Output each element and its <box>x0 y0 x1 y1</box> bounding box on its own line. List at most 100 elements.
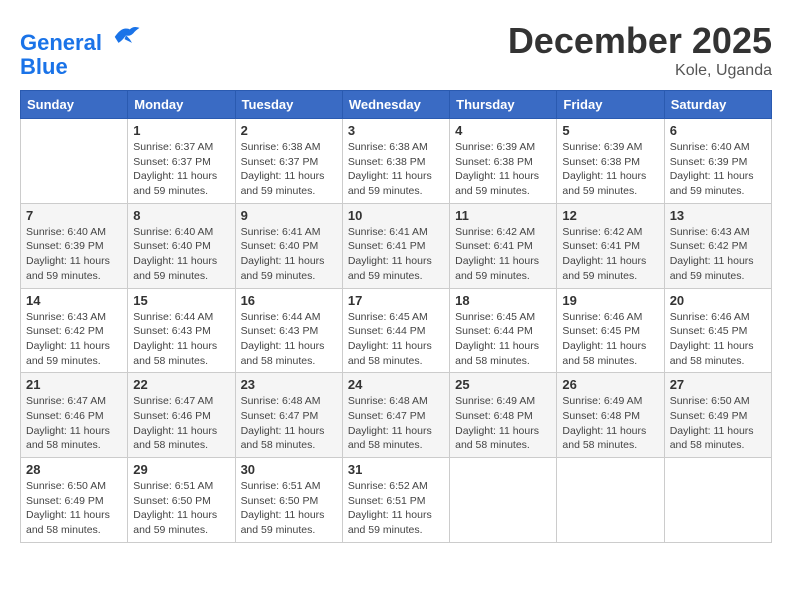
day-number: 9 <box>241 208 337 223</box>
day-info: Sunrise: 6:37 AM Sunset: 6:37 PM Dayligh… <box>133 140 229 199</box>
calendar-cell: 10 Sunrise: 6:41 AM Sunset: 6:41 PM Dayli… <box>342 203 449 288</box>
weekday-header-cell: Monday <box>128 91 235 119</box>
calendar-cell: 28 Sunrise: 6:50 AM Sunset: 6:49 PM Dayli… <box>21 458 128 543</box>
calendar-cell: 17 Sunrise: 6:45 AM Sunset: 6:44 PM Dayli… <box>342 288 449 373</box>
calendar-cell: 20Sunrise: 6:46 AM Sunset: 6:45 PM Dayli… <box>664 288 771 373</box>
day-number: 24 <box>348 377 444 392</box>
calendar-cell: 15 Sunrise: 6:44 AM Sunset: 6:43 PM Dayli… <box>128 288 235 373</box>
calendar-cell: 27 Sunrise: 6:50 AM Sunset: 6:49 PM Dayli… <box>664 373 771 458</box>
calendar-week-row: 28 Sunrise: 6:50 AM Sunset: 6:49 PM Dayli… <box>21 458 772 543</box>
day-info: Sunrise: 6:45 AM Sunset: 6:44 PM Dayligh… <box>455 310 551 369</box>
day-info: Sunrise: 6:41 AM Sunset: 6:40 PM Dayligh… <box>241 225 337 284</box>
logo-text-general: General <box>20 30 102 55</box>
day-number: 4 <box>455 123 551 138</box>
day-number: 11 <box>455 208 551 223</box>
logo: General Blue <box>20 20 141 79</box>
day-number: 31 <box>348 462 444 477</box>
calendar-cell: 8Sunrise: 6:40 AM Sunset: 6:40 PM Daylig… <box>128 203 235 288</box>
day-number: 10 <box>348 208 444 223</box>
calendar-cell: 23 Sunrise: 6:48 AM Sunset: 6:47 PM Dayli… <box>235 373 342 458</box>
calendar-week-row: 7Sunrise: 6:40 AM Sunset: 6:39 PM Daylig… <box>21 203 772 288</box>
day-info: Sunrise: 6:40 AM Sunset: 6:39 PM Dayligh… <box>670 140 766 199</box>
logo-text-blue: Blue <box>20 54 68 79</box>
day-info: Sunrise: 6:50 AM Sunset: 6:49 PM Dayligh… <box>670 394 766 453</box>
day-info: Sunrise: 6:43 AM Sunset: 6:42 PM Dayligh… <box>26 310 122 369</box>
calendar-cell <box>21 119 128 204</box>
calendar-cell: 12 Sunrise: 6:42 AM Sunset: 6:41 PM Dayli… <box>557 203 664 288</box>
day-number: 21 <box>26 377 122 392</box>
day-number: 12 <box>562 208 658 223</box>
day-number: 22 <box>133 377 229 392</box>
day-info: Sunrise: 6:41 AM Sunset: 6:41 PM Dayligh… <box>348 225 444 284</box>
weekday-header-row: SundayMondayTuesdayWednesdayThursdayFrid… <box>21 91 772 119</box>
day-number: 3 <box>348 123 444 138</box>
day-info: Sunrise: 6:42 AM Sunset: 6:41 PM Dayligh… <box>455 225 551 284</box>
location: Kole, Uganda <box>508 62 772 80</box>
calendar-cell: 25 Sunrise: 6:49 AM Sunset: 6:48 PM Dayli… <box>450 373 557 458</box>
day-info: Sunrise: 6:49 AM Sunset: 6:48 PM Dayligh… <box>455 394 551 453</box>
calendar-body: 1Sunrise: 6:37 AM Sunset: 6:37 PM Daylig… <box>21 119 772 543</box>
day-info: Sunrise: 6:47 AM Sunset: 6:46 PM Dayligh… <box>133 394 229 453</box>
calendar-week-row: 21 Sunrise: 6:47 AM Sunset: 6:46 PM Dayli… <box>21 373 772 458</box>
day-info: Sunrise: 6:49 AM Sunset: 6:48 PM Dayligh… <box>562 394 658 453</box>
day-info: Sunrise: 6:44 AM Sunset: 6:43 PM Dayligh… <box>133 310 229 369</box>
calendar-cell: 5Sunrise: 6:39 AM Sunset: 6:38 PM Daylig… <box>557 119 664 204</box>
day-info: Sunrise: 6:38 AM Sunset: 6:38 PM Dayligh… <box>348 140 444 199</box>
month-title: December 2025 <box>508 20 772 62</box>
day-number: 15 <box>133 293 229 308</box>
day-info: Sunrise: 6:45 AM Sunset: 6:44 PM Dayligh… <box>348 310 444 369</box>
weekday-header-cell: Thursday <box>450 91 557 119</box>
day-number: 28 <box>26 462 122 477</box>
day-number: 17 <box>348 293 444 308</box>
day-info: Sunrise: 6:43 AM Sunset: 6:42 PM Dayligh… <box>670 225 766 284</box>
calendar-cell: 3 Sunrise: 6:38 AM Sunset: 6:38 PM Daylig… <box>342 119 449 204</box>
day-number: 18 <box>455 293 551 308</box>
calendar-cell: 21 Sunrise: 6:47 AM Sunset: 6:46 PM Dayli… <box>21 373 128 458</box>
day-number: 13 <box>670 208 766 223</box>
calendar-cell: 7Sunrise: 6:40 AM Sunset: 6:39 PM Daylig… <box>21 203 128 288</box>
day-number: 30 <box>241 462 337 477</box>
calendar-cell: 1Sunrise: 6:37 AM Sunset: 6:37 PM Daylig… <box>128 119 235 204</box>
calendar-cell: 14Sunrise: 6:43 AM Sunset: 6:42 PM Dayli… <box>21 288 128 373</box>
day-info: Sunrise: 6:46 AM Sunset: 6:45 PM Dayligh… <box>562 310 658 369</box>
calendar-cell: 29Sunrise: 6:51 AM Sunset: 6:50 PM Dayli… <box>128 458 235 543</box>
day-number: 5 <box>562 123 658 138</box>
calendar-cell: 4 Sunrise: 6:39 AM Sunset: 6:38 PM Daylig… <box>450 119 557 204</box>
day-info: Sunrise: 6:52 AM Sunset: 6:51 PM Dayligh… <box>348 479 444 538</box>
calendar-week-row: 14Sunrise: 6:43 AM Sunset: 6:42 PM Dayli… <box>21 288 772 373</box>
calendar-cell: 22 Sunrise: 6:47 AM Sunset: 6:46 PM Dayli… <box>128 373 235 458</box>
day-number: 20 <box>670 293 766 308</box>
calendar-cell: 18 Sunrise: 6:45 AM Sunset: 6:44 PM Dayli… <box>450 288 557 373</box>
day-info: Sunrise: 6:42 AM Sunset: 6:41 PM Dayligh… <box>562 225 658 284</box>
day-number: 26 <box>562 377 658 392</box>
calendar-cell <box>450 458 557 543</box>
calendar-cell <box>664 458 771 543</box>
calendar-week-row: 1Sunrise: 6:37 AM Sunset: 6:37 PM Daylig… <box>21 119 772 204</box>
calendar-cell: 30 Sunrise: 6:51 AM Sunset: 6:50 PM Dayli… <box>235 458 342 543</box>
calendar-cell <box>557 458 664 543</box>
calendar-cell: 11 Sunrise: 6:42 AM Sunset: 6:41 PM Dayli… <box>450 203 557 288</box>
day-info: Sunrise: 6:48 AM Sunset: 6:47 PM Dayligh… <box>241 394 337 453</box>
calendar-cell: 19Sunrise: 6:46 AM Sunset: 6:45 PM Dayli… <box>557 288 664 373</box>
day-info: Sunrise: 6:48 AM Sunset: 6:47 PM Dayligh… <box>348 394 444 453</box>
day-number: 27 <box>670 377 766 392</box>
day-info: Sunrise: 6:44 AM Sunset: 6:43 PM Dayligh… <box>241 310 337 369</box>
day-number: 23 <box>241 377 337 392</box>
weekday-header-cell: Saturday <box>664 91 771 119</box>
day-number: 7 <box>26 208 122 223</box>
day-info: Sunrise: 6:39 AM Sunset: 6:38 PM Dayligh… <box>455 140 551 199</box>
calendar-cell: 2Sunrise: 6:38 AM Sunset: 6:37 PM Daylig… <box>235 119 342 204</box>
day-info: Sunrise: 6:47 AM Sunset: 6:46 PM Dayligh… <box>26 394 122 453</box>
calendar-cell: 31 Sunrise: 6:52 AM Sunset: 6:51 PM Dayli… <box>342 458 449 543</box>
day-info: Sunrise: 6:50 AM Sunset: 6:49 PM Dayligh… <box>26 479 122 538</box>
weekday-header-cell: Wednesday <box>342 91 449 119</box>
calendar-cell: 26 Sunrise: 6:49 AM Sunset: 6:48 PM Dayli… <box>557 373 664 458</box>
day-number: 25 <box>455 377 551 392</box>
day-number: 2 <box>241 123 337 138</box>
day-number: 16 <box>241 293 337 308</box>
weekday-header-cell: Sunday <box>21 91 128 119</box>
day-info: Sunrise: 6:51 AM Sunset: 6:50 PM Dayligh… <box>241 479 337 538</box>
calendar-cell: 16 Sunrise: 6:44 AM Sunset: 6:43 PM Dayli… <box>235 288 342 373</box>
day-info: Sunrise: 6:51 AM Sunset: 6:50 PM Dayligh… <box>133 479 229 538</box>
calendar-cell: 9 Sunrise: 6:41 AM Sunset: 6:40 PM Daylig… <box>235 203 342 288</box>
